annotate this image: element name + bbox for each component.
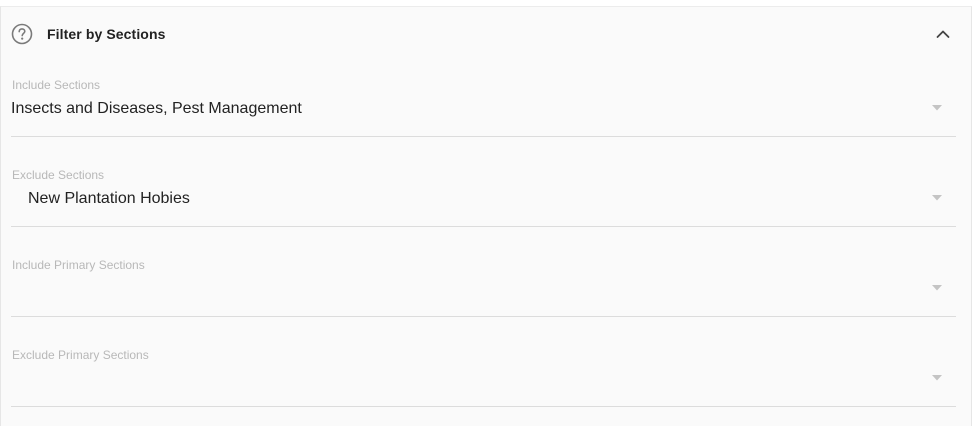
- include-sections-select[interactable]: Include Sections Insects and Diseases, P…: [11, 78, 956, 137]
- dropdown-caret-icon[interactable]: [932, 375, 942, 381]
- panel-header[interactable]: Filter by Sections: [1, 7, 971, 63]
- dropdown-caret-icon[interactable]: [932, 105, 942, 111]
- chevron-up-icon[interactable]: [936, 29, 950, 39]
- filter-by-sections-panel: Filter by Sections Include Sections Inse…: [0, 6, 972, 426]
- exclude-sections-value: New Plantation Hobies: [28, 190, 190, 207]
- help-circle-icon[interactable]: [11, 23, 33, 45]
- include-primary-sections-select[interactable]: Include Primary Sections: [11, 258, 956, 317]
- exclude-primary-sections-select[interactable]: Exclude Primary Sections: [11, 348, 956, 407]
- include-primary-sections-label: Include Primary Sections: [12, 258, 145, 272]
- dropdown-caret-icon[interactable]: [932, 285, 942, 291]
- dropdown-caret-icon[interactable]: [932, 195, 942, 201]
- include-sections-label: Include Sections: [12, 78, 101, 92]
- exclude-sections-label: Exclude Sections: [12, 168, 105, 182]
- exclude-sections-select[interactable]: Exclude Sections New Plantation Hobies: [11, 168, 956, 227]
- panel-title: Filter by Sections: [47, 26, 166, 42]
- exclude-primary-sections-label: Exclude Primary Sections: [12, 348, 149, 362]
- include-sections-value: Insects and Diseases, Pest Management: [11, 100, 302, 117]
